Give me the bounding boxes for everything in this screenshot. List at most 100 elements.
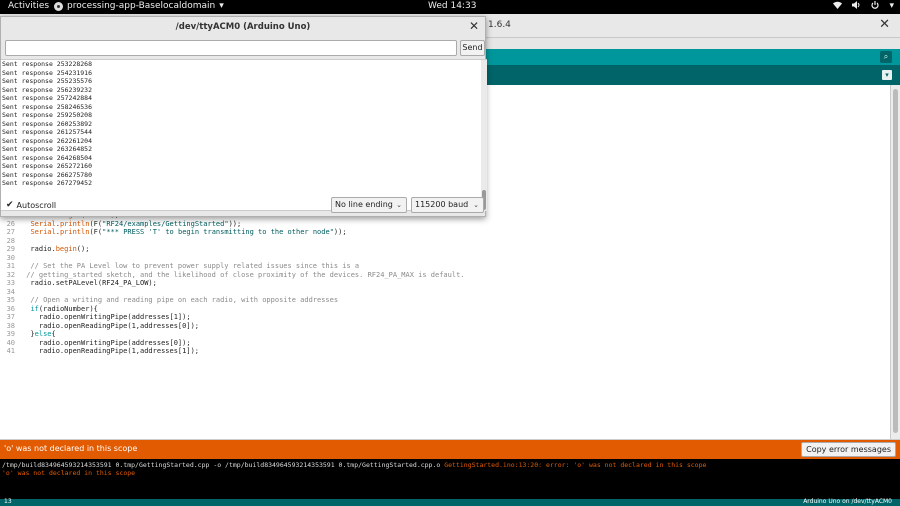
code-line: 38 radio.openReadingPipe(1,addresses[0])…: [0, 322, 890, 331]
code-line: 40 radio.openWritingPipe(addresses[0]);: [0, 339, 890, 348]
code-token: Serial: [30, 219, 56, 228]
chevron-down-icon: ⌄: [396, 201, 402, 209]
code-line: 32 // getting_started sketch, and the li…: [0, 271, 890, 280]
scrollbar-thumb[interactable]: [893, 89, 898, 433]
serial-output-line: Sent response 256239232: [2, 85, 93, 94]
code-token: ));: [333, 228, 347, 237]
code-line: 33 radio.setPALevel(RF24_PA_LOW);: [0, 279, 890, 288]
line-number: 34: [6, 287, 15, 296]
line-number: 30: [6, 253, 15, 262]
code-line: 37 radio.openWritingPipe(addresses[1]);: [0, 313, 890, 322]
status-line-number: 13: [4, 498, 12, 505]
baud-rate-value: 115200 baud: [415, 200, 469, 209]
activities-button[interactable]: Activities: [8, 1, 49, 11]
serial-input[interactable]: [5, 40, 457, 56]
code-token: "*** PRESS 'T' to begin transmitting to …: [102, 228, 334, 237]
autoscroll-label: Autoscroll: [16, 200, 57, 210]
serial-output-line: Sent response 264268504: [2, 153, 93, 162]
code-token: "RF24/examples/GettingStarted": [102, 219, 229, 228]
close-icon[interactable]: ✕: [879, 17, 890, 32]
tab-menu-chevron-icon[interactable]: ▾: [882, 70, 892, 80]
code-line: 31 // Set the PA Level low to prevent po…: [0, 262, 890, 271]
line-ending-select[interactable]: No line ending ⌄: [331, 197, 407, 213]
line-number: 41: [6, 347, 15, 356]
editor-vertical-scrollbar[interactable]: [890, 85, 900, 439]
error-message: 'o' was not declared in this scope: [4, 444, 138, 453]
line-ending-value: No line ending: [335, 200, 393, 209]
serial-output-line: Sent response 266275780: [2, 170, 93, 179]
console-line: /tmp/build834964593214353591 0.tmp/Getti…: [2, 461, 706, 469]
app-menu[interactable]: processing-app-Baselocaldomain ▾: [54, 1, 224, 11]
line-number: 36: [6, 304, 15, 313]
code-token: radio.setPALevel(RF24_PA_LOW);: [22, 279, 157, 288]
baud-rate-select[interactable]: 115200 baud ⌄: [411, 197, 484, 213]
line-number: 28: [6, 236, 15, 245]
code-line: 35 // Open a writing and reading pipe on…: [0, 296, 890, 305]
line-number: 37: [6, 313, 15, 322]
code-token: ));: [228, 219, 242, 228]
console-error: GettingStarted.ino:13:20: error: 'o' was…: [444, 461, 707, 469]
code-token: if: [30, 304, 39, 313]
code-token: (F(: [89, 219, 103, 228]
serial-output-line: Sent response 259250208: [2, 111, 93, 119]
serial-output-line: Sent response 257242884: [2, 94, 93, 102]
power-icon: [871, 1, 880, 12]
status-board-port: Arduino Uno on /dev/ttyACM0: [803, 498, 892, 505]
ide-version-title: 1.6.4: [488, 20, 511, 30]
serial-output-line: Sent response 267279452: [2, 179, 93, 187]
copy-error-messages-button[interactable]: Copy error messages: [801, 442, 896, 457]
output-console[interactable]: /tmp/build834964593214353591 0.tmp/Getti…: [0, 459, 900, 499]
serial-monitor-icon[interactable]: ⌕: [880, 51, 892, 63]
code-token: println: [59, 219, 90, 228]
serial-output-line: Sent response 255235576: [2, 77, 93, 85]
serial-monitor-window: /dev/ttyACM0 (Arduino Uno) ✕ Send Sent r…: [0, 16, 487, 217]
line-number: 38: [6, 321, 15, 330]
code-token: // getting_started sketch, and the likel…: [22, 270, 465, 279]
serial-output-line: Sent response 260253892: [2, 119, 93, 128]
line-number: 26: [6, 219, 15, 228]
code-token: // Set the PA Level low to prevent power…: [22, 262, 360, 271]
chevron-down-icon: ⌄: [473, 201, 479, 209]
serial-output-line: Sent response 253228268: [2, 60, 93, 68]
line-number: 27: [6, 228, 15, 237]
code-line: 34: [0, 288, 890, 297]
serial-output[interactable]: Sent response 253228268 Sent response 254…: [1, 59, 481, 211]
send-button[interactable]: Send: [460, 40, 485, 56]
system-menu[interactable]: ▾: [833, 1, 894, 12]
console-line: 'o' was not declared in this scope: [2, 469, 136, 477]
system-top-bar: Activities processing-app-Baselocaldomai…: [0, 0, 900, 14]
close-icon[interactable]: ✕: [469, 19, 479, 33]
code-line: 26 Serial. println (F("RF24/examples/Getti…: [0, 220, 890, 229]
code-token: radio.openWritingPipe(addresses[1]);: [22, 313, 191, 322]
processing-app-icon: [54, 1, 63, 11]
line-number: 40: [6, 338, 15, 347]
code-token: else: [34, 330, 52, 339]
code-token: radio.openReadingPipe(1,addresses[1]);: [22, 347, 200, 356]
code-token: println: [59, 228, 90, 237]
line-number: 39: [6, 330, 15, 339]
code-line: 30: [0, 254, 890, 263]
serial-output-line: Sent response 263264852: [2, 145, 93, 153]
clock[interactable]: Wed 14:33: [428, 1, 476, 11]
line-number: 35: [6, 296, 15, 305]
error-bar: 'o' was not declared in this scope Copy …: [0, 440, 900, 459]
code-token: (radioNumber){: [38, 304, 98, 313]
code-token: begin: [55, 245, 77, 254]
chevron-down-icon: ▾: [219, 1, 224, 11]
serial-output-line: Sent response 262261204: [2, 136, 93, 145]
console-command: /tmp/build834964593214353591 0.tmp/Getti…: [2, 461, 445, 469]
serial-output-line: Sent response 261257544: [2, 128, 93, 136]
serial-output-scrollbar[interactable]: [481, 59, 487, 211]
serial-output-line: Sent response 265272160: [2, 162, 93, 170]
status-bar: 13 Arduino Uno on /dev/ttyACM0: [0, 498, 900, 506]
line-number: 33: [6, 279, 15, 288]
autoscroll-checkbox[interactable]: ✔ Autoscroll: [6, 200, 56, 210]
code-token: radio.openWritingPipe(addresses[0]);: [22, 338, 191, 347]
line-number: 31: [6, 262, 15, 271]
code-token: radio.: [22, 245, 56, 254]
line-number: 32: [6, 270, 15, 279]
code-line: 27 Serial. println (F("*** PRESS 'T' to be…: [0, 228, 890, 237]
line-number: 29: [6, 245, 15, 254]
code-line: 39 } else{: [0, 330, 890, 339]
